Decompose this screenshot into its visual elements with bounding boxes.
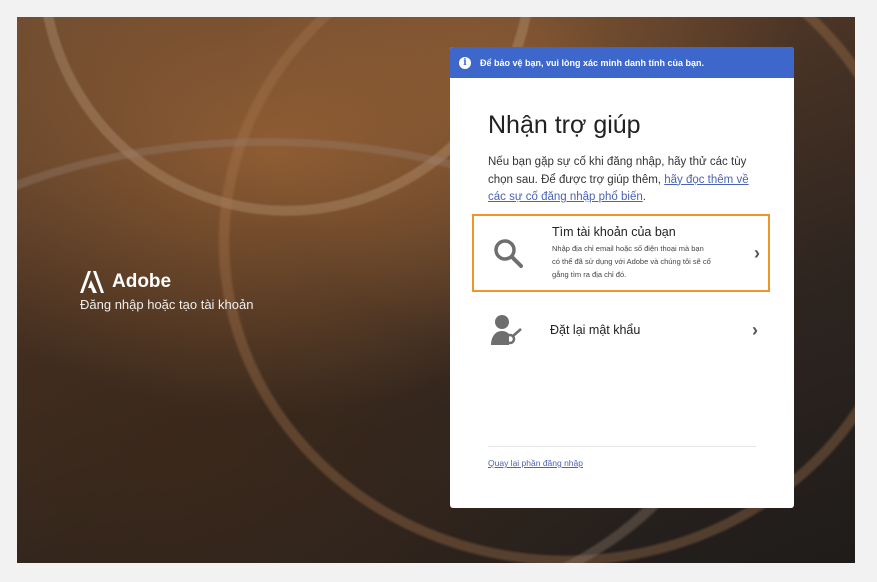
chevron-right-icon: › bbox=[754, 243, 760, 264]
option-description: Nhập địa chỉ email hoặc số điện thoại mà… bbox=[552, 242, 712, 281]
reset-password-option[interactable]: Đặt lại mật khẩu › bbox=[472, 302, 766, 358]
option-title: Đặt lại mật khẩu bbox=[550, 323, 752, 337]
page-title: Nhận trợ giúp bbox=[488, 111, 641, 140]
brand-name: Adobe bbox=[112, 271, 171, 293]
find-account-option[interactable]: Tìm tài khoản của bạn Nhập địa chỉ email… bbox=[472, 214, 770, 292]
search-icon bbox=[492, 237, 524, 269]
intro-end: . bbox=[643, 191, 646, 203]
option-title: Tìm tài khoản của bạn bbox=[552, 225, 754, 239]
divider bbox=[488, 446, 756, 447]
back-to-signin-link[interactable]: Quay lại phần đăng nhập bbox=[488, 458, 583, 468]
info-banner: i Để bảo vệ bạn, vui lòng xác minh danh … bbox=[450, 47, 794, 78]
user-key-icon bbox=[489, 313, 523, 347]
intro-text: Nếu bạn gặp sự cố khi đăng nhập, hãy thử… bbox=[488, 154, 758, 207]
chevron-right-icon: › bbox=[752, 320, 758, 341]
info-icon: i bbox=[459, 57, 471, 69]
banner-text: Để bảo vệ bạn, vui lòng xác minh danh tí… bbox=[480, 58, 704, 68]
adobe-logo-icon bbox=[80, 271, 104, 293]
help-card: i Để bảo vệ bạn, vui lòng xác minh danh … bbox=[450, 47, 794, 508]
brand-tagline: Đăng nhập hoặc tạo tài khoản bbox=[80, 297, 253, 312]
adobe-brand: Adobe Đăng nhập hoặc tạo tài khoản bbox=[80, 271, 253, 312]
